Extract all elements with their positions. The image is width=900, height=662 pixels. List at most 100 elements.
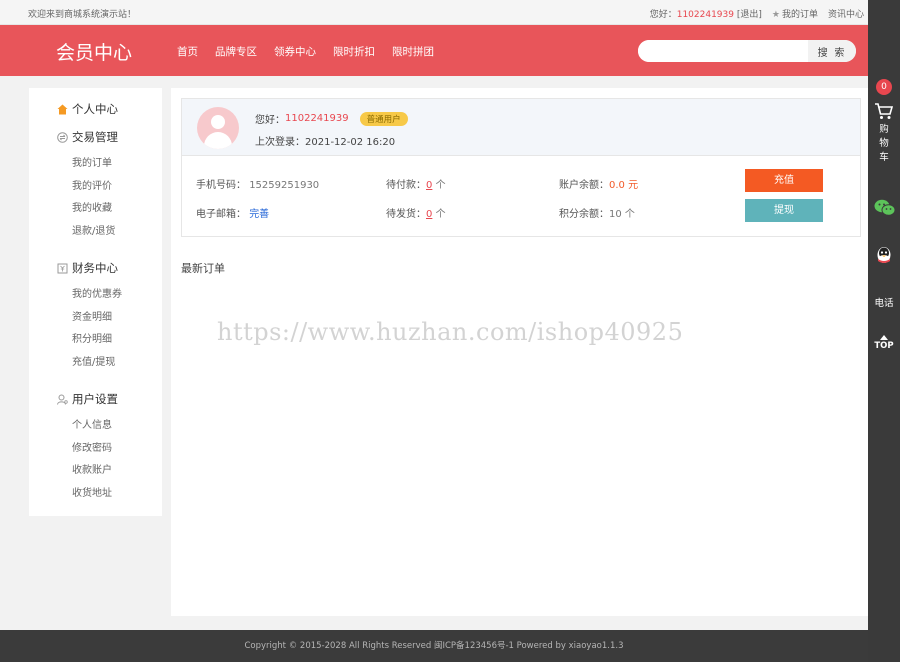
sidebar-item-addresses[interactable]: 收货地址 bbox=[29, 483, 162, 506]
wechat-icon[interactable] bbox=[874, 198, 896, 221]
user-summary-card: 您好： 1102241939 普通用户 上次登录：2021-12-02 16:20… bbox=[181, 98, 861, 237]
up-arrow-icon bbox=[880, 335, 888, 340]
avatar-body-shape bbox=[204, 132, 232, 149]
cart-icon bbox=[874, 103, 894, 123]
pending-payment-count[interactable]: 0 bbox=[426, 180, 432, 191]
welcome-text: 欢迎来到商城系统演示站！ bbox=[28, 10, 137, 20]
sidebar-item-profile[interactable]: 个人信息 bbox=[29, 415, 162, 438]
balance-label: 账户余额： bbox=[559, 180, 609, 191]
cart-count-badge: 0 bbox=[876, 79, 892, 95]
email-label: 电子邮箱： bbox=[196, 209, 246, 220]
back-to-top-button[interactable]: TOP bbox=[872, 335, 896, 351]
sidebar-head-finance: 财务中心 bbox=[29, 259, 162, 277]
greeting-label: 您好： bbox=[649, 10, 677, 20]
phone-value: 15259251930 bbox=[249, 180, 320, 191]
sidebar-item-recharge-withdraw[interactable]: 充值/提现 bbox=[29, 352, 162, 375]
sidebar-group-settings: 用户设置 个人信息 修改密码 收款账户 收货地址 bbox=[29, 390, 162, 505]
user-id: 1102241939 bbox=[285, 113, 349, 124]
cart-button[interactable]: 购物车 bbox=[872, 102, 896, 165]
page-title: 会员中心 bbox=[56, 42, 133, 64]
top-greeting: 您好：1102241939 [退出] bbox=[650, 7, 762, 20]
balance-field: 账户余额：0.0 元 bbox=[559, 176, 638, 191]
sidebar-item-my-reviews[interactable]: 我的评价 bbox=[29, 176, 162, 199]
member-level-badge: 普通用户 bbox=[359, 111, 408, 126]
sidebar-group-finance: 财务中心 我的优惠券 资金明细 积分明细 充值/提现 bbox=[29, 259, 162, 374]
sidebar-head-label: 用户设置 bbox=[72, 392, 118, 406]
points-field: 积分余额：10 个 bbox=[559, 205, 635, 220]
sidebar-head-trade: 交易管理 bbox=[29, 128, 162, 146]
home-icon bbox=[56, 103, 68, 115]
search-box: 搜 索 bbox=[638, 40, 856, 62]
sidebar-head-label: 个人中心 bbox=[72, 102, 118, 116]
points-label: 积分余额： bbox=[559, 209, 609, 220]
cart-label: 购物车 bbox=[879, 124, 889, 163]
email-complete-link[interactable]: 完善 bbox=[249, 209, 269, 220]
latest-orders-title: 最新订单 bbox=[181, 262, 225, 275]
sidebar-item-refunds[interactable]: 退款/退货 bbox=[29, 221, 162, 244]
pending-shipment-count[interactable]: 0 bbox=[426, 209, 432, 220]
watermark-text: https://www.huzhan.com/ishop40925 bbox=[217, 318, 684, 346]
star-icon: ★ bbox=[771, 10, 780, 20]
right-toolbar: 0 购物车 电话 TOP bbox=[868, 0, 900, 662]
user-settings-icon bbox=[56, 393, 68, 405]
unit-label: 个 bbox=[624, 209, 635, 220]
sidebar-item-change-password[interactable]: 修改密码 bbox=[29, 438, 162, 461]
sidebar-item-personal-center[interactable]: 个人中心 bbox=[29, 100, 162, 118]
phone-label: 电话 bbox=[874, 298, 894, 309]
sidebar-head-label: 交易管理 bbox=[72, 130, 118, 144]
news-center-link[interactable]: 资讯中心 bbox=[828, 7, 864, 20]
top-user-id[interactable]: 1102241939 bbox=[677, 10, 734, 20]
sidebar-item-coupons[interactable]: 我的优惠券 bbox=[29, 284, 162, 307]
top-label: TOP bbox=[874, 341, 894, 351]
unit-label: 个 bbox=[435, 209, 446, 220]
last-login-label: 上次登录： bbox=[255, 137, 305, 148]
user-card-header: 您好： 1102241939 普通用户 上次登录：2021-12-02 16:20 bbox=[182, 99, 860, 156]
sidebar-item-payment-accounts[interactable]: 收款账户 bbox=[29, 460, 162, 483]
qq-icon[interactable] bbox=[875, 246, 893, 269]
header: 会员中心 首页 品牌专区 领券中心 限时折扣 限时拼团 搜 索 bbox=[0, 25, 868, 76]
logout-link[interactable]: [退出] bbox=[737, 10, 762, 20]
user-greeting: 您好： 1102241939 普通用户 bbox=[255, 111, 408, 126]
sidebar-item-favorites[interactable]: 我的收藏 bbox=[29, 198, 162, 221]
sidebar-item-my-orders[interactable]: 我的订单 bbox=[29, 153, 162, 176]
nav-group-buy[interactable]: 限时拼团 bbox=[392, 44, 434, 59]
main-content: 您好： 1102241939 普通用户 上次登录：2021-12-02 16:20… bbox=[171, 88, 868, 616]
avatar-head-shape bbox=[211, 115, 225, 129]
my-orders-link[interactable]: ★ 我的订单 bbox=[772, 7, 818, 20]
withdraw-button[interactable]: 提现 bbox=[745, 199, 823, 222]
last-login-time: 2021-12-02 16:20 bbox=[305, 137, 396, 148]
sidebar-group-personal: 个人中心 bbox=[29, 100, 162, 118]
sidebar: 个人中心 交易管理 我的订单 我的评价 我的收藏 退款/退货 财务中心 我的优惠… bbox=[29, 88, 162, 516]
pending-payment-field: 待付款：0 个 bbox=[386, 176, 446, 191]
wallet-icon bbox=[56, 262, 68, 274]
nav-flash-sale[interactable]: 限时折扣 bbox=[333, 44, 375, 59]
last-login: 上次登录：2021-12-02 16:20 bbox=[255, 133, 395, 148]
balance-unit: 元 bbox=[628, 180, 639, 191]
exchange-icon bbox=[56, 131, 68, 143]
sidebar-head-settings: 用户设置 bbox=[29, 390, 162, 408]
phone-button[interactable]: 电话 bbox=[872, 295, 896, 309]
top-bar: 欢迎来到商城系统演示站！ 您好：1102241939 [退出] ★ 我的订单 资讯… bbox=[0, 0, 868, 25]
email-field: 电子邮箱： 完善 bbox=[196, 205, 269, 220]
pending-shipment-label: 待发货： bbox=[386, 209, 426, 220]
greeting-label: 您好： bbox=[255, 115, 285, 126]
search-button[interactable]: 搜 索 bbox=[808, 40, 856, 62]
sidebar-item-funds[interactable]: 资金明细 bbox=[29, 307, 162, 330]
footer: Copyright © 2015-2028 All Rights Reserve… bbox=[0, 630, 868, 662]
nav-coupons[interactable]: 领券中心 bbox=[274, 44, 316, 59]
recharge-button[interactable]: 充值 bbox=[745, 169, 823, 192]
pending-shipment-field: 待发货：0 个 bbox=[386, 205, 446, 220]
nav-brands[interactable]: 品牌专区 bbox=[215, 44, 257, 59]
search-input[interactable] bbox=[638, 40, 808, 62]
phone-label: 手机号码： bbox=[196, 180, 246, 191]
balance-value: 0.0 bbox=[609, 180, 625, 191]
top-bar-links: 您好：1102241939 [退出] ★ 我的订单 资讯中心 bbox=[650, 7, 864, 20]
unit-label: 个 bbox=[435, 180, 446, 191]
phone-field: 手机号码： 15259251930 bbox=[196, 176, 319, 191]
sidebar-item-points[interactable]: 积分明细 bbox=[29, 329, 162, 352]
nav-home[interactable]: 首页 bbox=[177, 44, 198, 59]
sidebar-head-label: 财务中心 bbox=[72, 261, 118, 275]
points-value: 10 bbox=[609, 209, 622, 220]
sidebar-group-trade: 交易管理 我的订单 我的评价 我的收藏 退款/退货 bbox=[29, 128, 162, 243]
avatar[interactable] bbox=[197, 107, 239, 149]
